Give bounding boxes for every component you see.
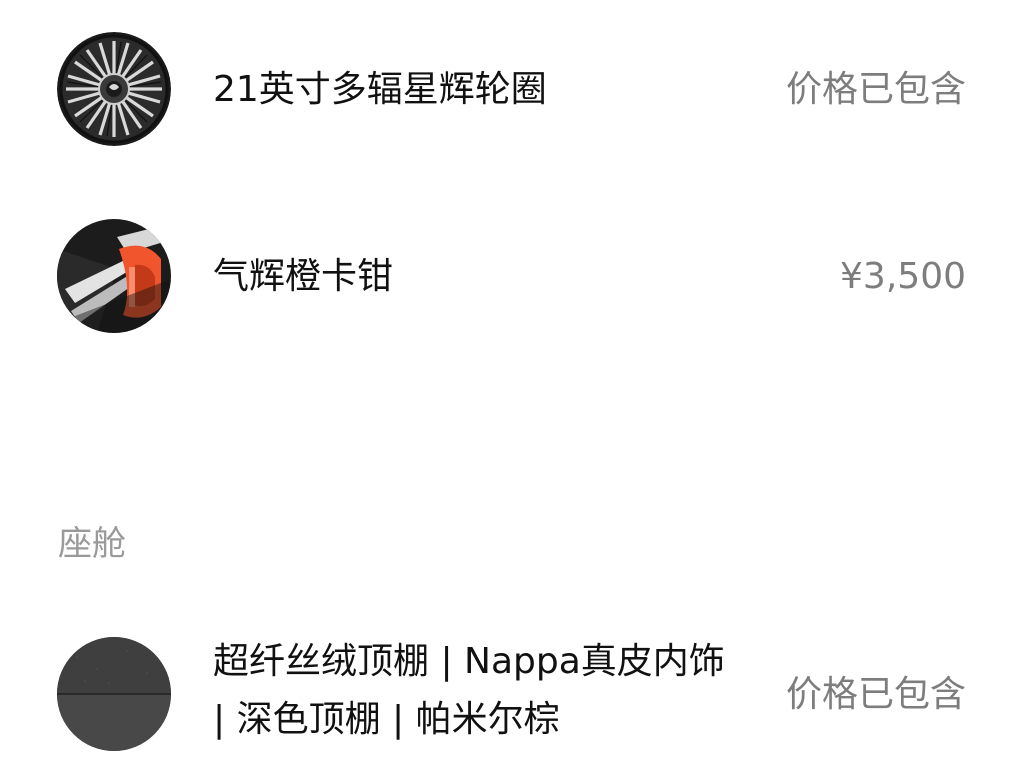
configuration-summary-page: 21英寸多辐星辉轮圈 价格已包含 气辉橙卡钳 ¥3,500 座舱 超纤丝绒顶棚 … <box>0 0 1024 768</box>
wheel-option-price: 价格已包含 <box>785 69 966 110</box>
section-title-cabin: 座舱 <box>58 524 126 564</box>
dark-headliner-swatch-icon <box>57 637 171 751</box>
cabin-option-name: 超纤丝绒顶棚 | Nappa真皮内饰 | 深色顶棚 | 帕米尔棕 <box>213 641 725 740</box>
orange-caliper-icon <box>57 219 171 333</box>
option-row-caliper[interactable]: 气辉橙卡钳 ¥3,500 <box>0 219 1024 335</box>
caliper-option-price: ¥3,500 <box>840 256 966 297</box>
option-row-wheels[interactable]: 21英寸多辐星辉轮圈 价格已包含 <box>0 32 1024 148</box>
cabin-option-price: 价格已包含 <box>785 674 966 715</box>
wheel-rim-icon <box>57 32 171 146</box>
wheel-option-name: 21英寸多辐星辉轮圈 <box>213 69 547 110</box>
option-row-cabin-interior[interactable]: 超纤丝绒顶棚 | Nappa真皮内饰 | 深色顶棚 | 帕米尔棕 价格已包含 <box>0 637 1024 768</box>
caliper-option-name: 气辉橙卡钳 <box>213 256 394 297</box>
